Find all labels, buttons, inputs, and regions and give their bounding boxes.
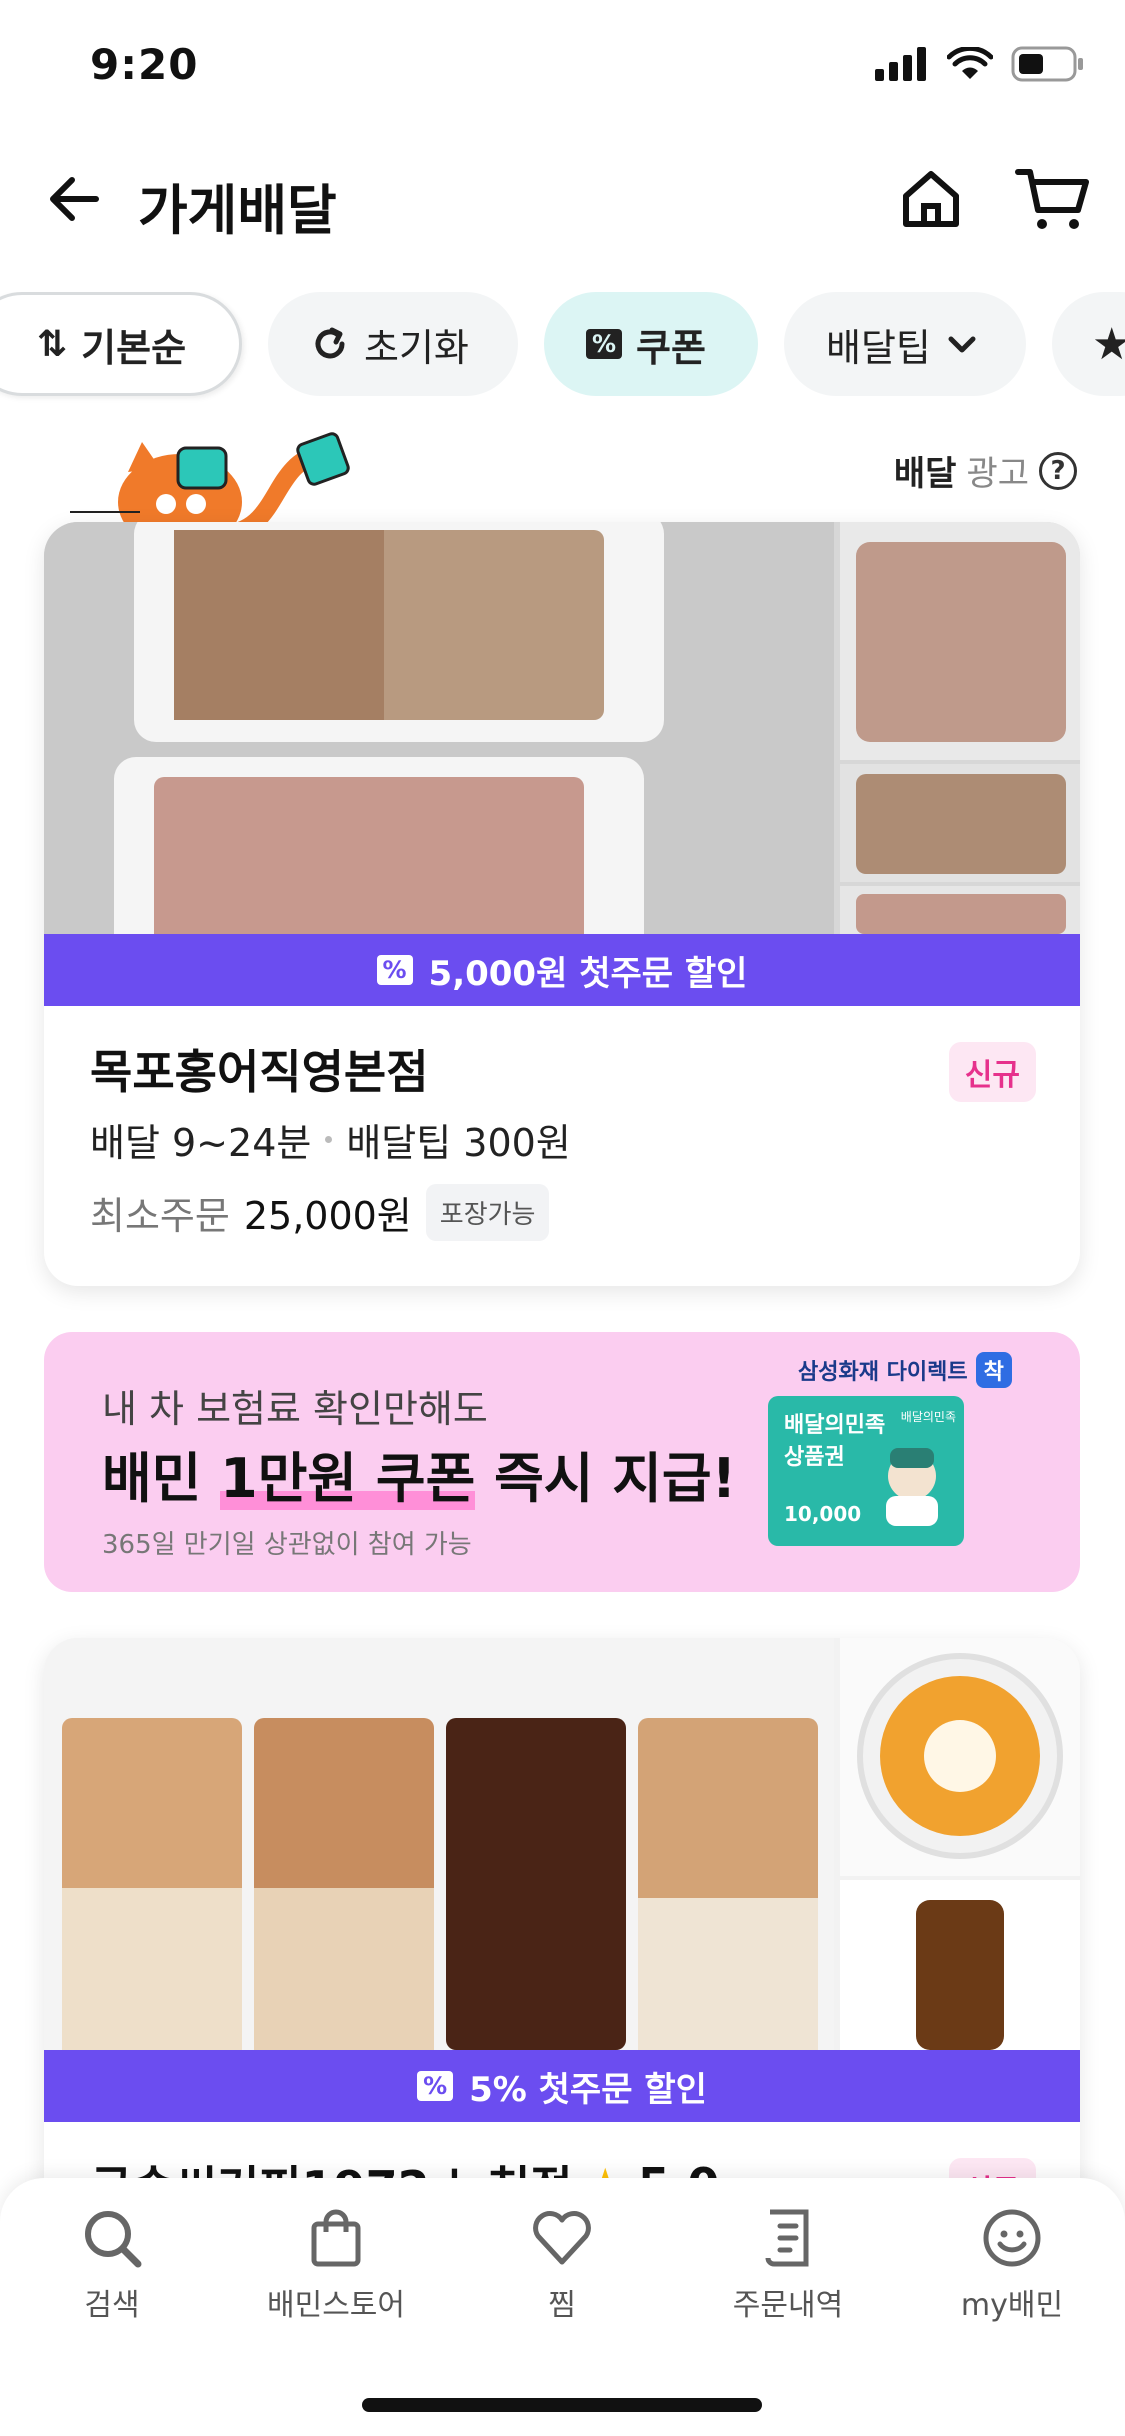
ad-label-delivery: 배달: [893, 454, 957, 494]
insurance-promo-banner[interactable]: 내 차 보험료 확인만해도 배민 1만원 쿠폰 즉시 지급! 365일 만기일 …: [44, 1332, 1080, 1592]
reset-chip[interactable]: 초기화: [268, 292, 518, 396]
tab-search-label: 검색: [84, 2288, 140, 2323]
min-order-label: 최소주문: [90, 1194, 230, 1238]
coupon-chip[interactable]: % 쿠폰: [544, 292, 758, 396]
promo-headline: 배민 1만원 쿠폰 즉시 지급!: [102, 1434, 736, 1513]
help-icon[interactable]: ?: [1039, 451, 1077, 490]
min-order-info: 최소주문 25,000원 포장가능: [90, 1184, 550, 1241]
giftcard-character-illustration: [886, 1448, 938, 1526]
giftcard-illustration: 배달의민족 상품권 배달의민족 10,000: [768, 1396, 964, 1546]
status-time: 9:20: [90, 40, 199, 89]
discount-banner: % 5,000원 첫주문 할인: [44, 934, 1080, 1006]
tab-my-label: my배민: [960, 2288, 1064, 2323]
promo-line1: 내 차 보험료 확인만해도: [102, 1387, 488, 1431]
tab-store[interactable]: 배민스토어: [236, 2206, 436, 2324]
receipt-icon: [765, 2209, 809, 2267]
ad-label-text: 광고: [966, 454, 1029, 494]
promo-brand-name: 삼성화재 다이렉트: [798, 1360, 968, 1385]
new-badge: 신규: [948, 1042, 1036, 1102]
arrow-left-icon: [50, 177, 99, 221]
giftcard-title-2: 상품권: [784, 1445, 845, 1470]
refresh-icon: [315, 327, 345, 359]
tab-store-label: 배민스토어: [267, 2288, 405, 2323]
tab-my[interactable]: my배민: [912, 2206, 1112, 2324]
separator-dot: [325, 1136, 333, 1143]
discount-banner: % 5% 첫주문 할인: [44, 2050, 1080, 2122]
home-indicator[interactable]: [362, 2398, 762, 2412]
promo-brand-mark: 착: [975, 1352, 1012, 1388]
chevron-down-icon: [948, 336, 976, 353]
page-title: 가게배달: [138, 179, 337, 242]
delivery-info: 배달 9~24분 배달팁 300원: [90, 1112, 571, 1167]
sort-chip[interactable]: ⇅ 기본순: [0, 292, 242, 396]
store-name: 목포홍어직영본점: [90, 1045, 429, 1099]
coupon-label: 쿠폰: [636, 325, 706, 370]
home-button[interactable]: [896, 164, 966, 234]
discount-text: 5% 첫주문 할인: [469, 2069, 707, 2110]
coupon-icon: %: [586, 329, 622, 359]
heart-icon: [533, 2211, 591, 2265]
giftcard-value: 10,000: [784, 1502, 862, 1526]
cart-button[interactable]: [1014, 164, 1092, 234]
reset-label: 초기화: [364, 325, 469, 370]
giftcard-small-text: 배달의민족: [900, 1410, 956, 1424]
cart-icon: [1015, 169, 1089, 229]
search-icon: [85, 2211, 142, 2268]
tab-orders-label: 주문내역: [732, 2288, 844, 2323]
delivery-tip-chip[interactable]: 배달팁: [784, 292, 1026, 396]
filter-chip-bar: ⇅ 기본순 초기화 % 쿠폰 배달팁 ★: [0, 292, 1125, 404]
shopping-bag-icon: [311, 2209, 361, 2267]
tab-orders[interactable]: 주문내역: [688, 2206, 888, 2324]
sort-label: 기본순: [81, 325, 187, 370]
signal-icon: [875, 47, 926, 81]
discount-text: 5,000원 첫주문 할인: [428, 953, 748, 994]
takeout-tag: 포장가능: [425, 1184, 550, 1241]
min-order-value: 25,000원: [243, 1194, 412, 1238]
tab-search[interactable]: 검색: [12, 2206, 212, 2324]
promo-headline-a: 배민: [102, 1447, 221, 1510]
tab-favorites[interactable]: 찜: [462, 2206, 662, 2324]
sort-arrows-icon: ⇅: [37, 323, 68, 365]
promo-headline-b: 1만원 쿠폰: [220, 1447, 476, 1510]
store-photos: [44, 1638, 1080, 2050]
giftcard-title: 배달의민족 상품권: [784, 1410, 885, 1474]
giftcard-title-1: 배달의민족: [784, 1413, 886, 1438]
promo-brand: 삼성화재 다이렉트 착: [798, 1352, 1012, 1388]
delivery-tip-label: 배달팁: [826, 325, 931, 370]
coupon-icon: %: [417, 2071, 454, 2101]
home-icon: [903, 171, 959, 227]
wifi-icon: [947, 47, 993, 79]
battery-icon: [1011, 46, 1083, 82]
promo-note: 365일 만기일 상관없이 참여 가능: [102, 1530, 472, 1560]
tab-favorites-label: 찜: [548, 2288, 576, 2323]
delivery-tip: 배달팁 300원: [346, 1121, 571, 1165]
smiley-icon: [983, 2209, 1041, 2267]
back-button[interactable]: [44, 168, 106, 230]
delivery-time: 배달 9~24분: [90, 1121, 312, 1165]
rating-chip[interactable]: ★: [1052, 292, 1125, 396]
star-icon: ★: [1092, 318, 1125, 370]
coupon-icon: %: [376, 955, 413, 985]
promo-headline-c: 즉시 지급!: [475, 1447, 737, 1510]
ad-label: 배달 광고 ?: [894, 446, 1077, 495]
store-card[interactable]: % 5,000원 첫주문 할인 목포홍어직영본점 신규 배달 9~24분 배달팁…: [44, 522, 1080, 1286]
status-icons: [875, 46, 1085, 82]
store-photos: [44, 522, 1080, 934]
